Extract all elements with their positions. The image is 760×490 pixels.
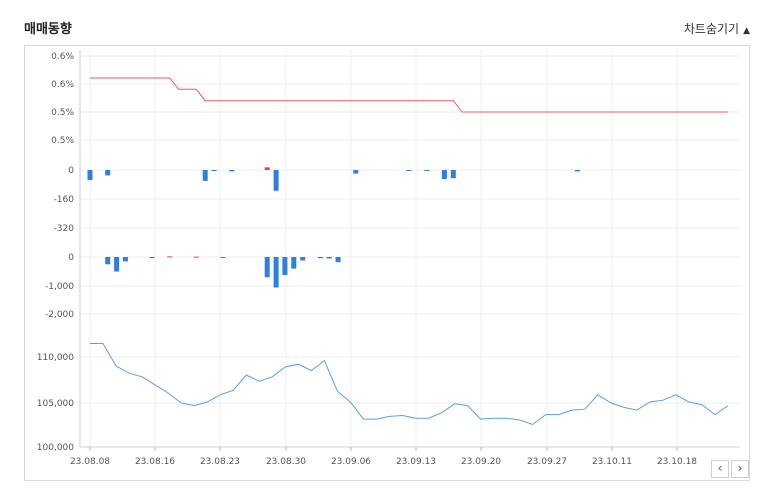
bar2-bar: [300, 257, 306, 261]
x-tick-label: 23.09.06: [331, 457, 371, 467]
bar1-tick-label: -320: [54, 224, 75, 234]
bar1-tick-label: -160: [54, 195, 75, 205]
bar2-tick-label: -2,000: [45, 310, 74, 320]
bar2-bar: [273, 257, 279, 288]
bar2-bar: [105, 257, 111, 265]
bar2-bar: [193, 256, 199, 258]
bar2-bar: [122, 257, 128, 262]
ratio-tick-label: 0.6%: [51, 80, 74, 90]
bar1-bar: [87, 170, 93, 180]
bar2-bar: [335, 257, 341, 263]
bar2-bar: [282, 257, 288, 275]
bar2-bar: [264, 257, 270, 278]
price-tick-label: 110,000: [37, 353, 74, 363]
x-tick-label: 23.09.20: [461, 457, 501, 467]
price-series-line: [90, 343, 729, 426]
ratio-tick-label: 0.5%: [51, 136, 74, 146]
bar2-bar: [167, 256, 173, 258]
bar1-bar: [105, 170, 111, 176]
bar2-bar: [291, 257, 297, 269]
prev-button[interactable]: ‹: [711, 460, 729, 478]
bar1-bar: [202, 170, 208, 181]
ratio-tick-label: 0.6%: [51, 52, 74, 62]
x-tick-label: 23.08.23: [200, 457, 240, 467]
bar1-bar: [574, 170, 580, 172]
bar2-bar: [326, 257, 332, 259]
x-tick-label: 23.08.30: [266, 457, 306, 467]
x-tick-label: 23.10.11: [592, 457, 632, 467]
bar2-tick-label: -1,000: [45, 282, 74, 292]
bar1-bar: [450, 170, 456, 179]
trading-trend-chart: 0.6% 0.6% 0.5% 0.5% 0 -160 -320 0 -1,000 -2,000 11…: [37, 50, 740, 467]
x-tick-label: 23.09.27: [527, 457, 567, 467]
ratio-series-line: [90, 77, 728, 113]
bar1-bar: [264, 167, 270, 170]
bar2-bar: [317, 257, 323, 259]
next-button[interactable]: ›: [731, 460, 749, 478]
bar1-tick-label: 0: [68, 166, 74, 176]
ratio-tick-label: 0.5%: [51, 108, 74, 118]
bar1-bar: [211, 170, 217, 171]
x-tick-label: 23.10.18: [657, 457, 697, 467]
bar1-bar: [229, 170, 235, 172]
bar1-bar: [273, 170, 279, 191]
x-tick-label: 23.08.16: [135, 457, 175, 467]
bar1-bar: [406, 170, 412, 171]
bar2-bar: [220, 257, 226, 258]
bar2-bar: [114, 257, 120, 272]
price-tick-label: 100,000: [37, 443, 74, 453]
bar1-bar: [424, 170, 430, 171]
bar1-bar: [441, 170, 447, 180]
bar2-tick-label: 0: [68, 253, 74, 263]
x-tick-label: 23.08.08: [70, 457, 110, 467]
x-tick-label: 23.09.13: [396, 457, 436, 467]
bar1-bar: [353, 170, 359, 174]
price-tick-label: 105,000: [37, 399, 74, 409]
bar2-bar: [149, 257, 155, 259]
